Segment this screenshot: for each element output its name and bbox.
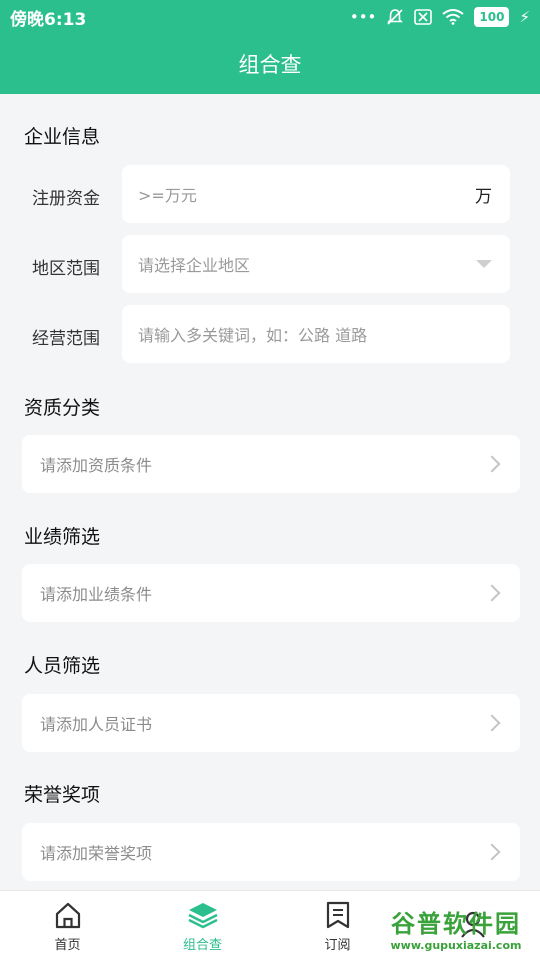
capital-placeholder: >=万元	[138, 186, 197, 205]
tab-combined-search-label: 组合查	[182, 937, 222, 953]
add-personnel-row[interactable]: 请添加人员证书	[22, 694, 520, 752]
chevron-right-icon	[483, 714, 501, 732]
personnel-placeholder: 请添加人员证书	[40, 715, 153, 734]
section-title-qualification: 资质分类	[24, 397, 101, 419]
chevron-right-icon	[483, 843, 501, 861]
region-label: 地区范围	[32, 259, 100, 279]
watermark-text: 谷普软件园	[391, 910, 521, 938]
scope-input[interactable]: 请输入多关键词，如：公路 道路	[122, 305, 510, 363]
main-content: 企业信息 注册资金 >=万元 万 地区范围 请选择企业地区 经营范围 请输入多关…	[0, 94, 540, 890]
home-icon	[55, 902, 80, 928]
chevron-right-icon	[483, 584, 501, 602]
battery-indicator: 100	[474, 7, 510, 27]
add-performance-row[interactable]: 请添加业绩条件	[22, 564, 520, 622]
region-select[interactable]: 请选择企业地区	[122, 235, 510, 293]
tab-home-label: 首页	[54, 937, 81, 953]
mute-bell-icon	[387, 9, 404, 25]
section-title-personnel: 人员筛选	[24, 655, 101, 677]
capital-unit: 万	[475, 186, 492, 207]
more-dots-icon: •••	[349, 8, 377, 26]
tab-subscribe-label: 订阅	[324, 937, 351, 953]
tab-home[interactable]: 首页	[0, 891, 135, 960]
chevron-right-icon	[483, 455, 501, 473]
region-placeholder: 请选择企业地区	[138, 256, 251, 275]
page-title: 组合查	[238, 53, 302, 77]
scope-label: 经营范围	[32, 329, 100, 349]
bookmark-icon	[326, 901, 349, 928]
app-header: 组合查	[0, 34, 540, 94]
status-icons: ••• 100 ⚡	[350, 7, 530, 27]
status-time: 傍晚6:13	[10, 9, 87, 30]
sim-off-icon	[414, 9, 433, 25]
tab-combined-search[interactable]: 组合查	[135, 891, 270, 960]
section-title-company: 企业信息	[24, 126, 101, 148]
layers-icon	[187, 902, 218, 928]
wifi-icon	[442, 9, 465, 25]
capital-label: 注册资金	[32, 189, 100, 209]
scope-placeholder: 请输入多关键词，如：公路 道路	[138, 326, 368, 345]
honor-placeholder: 请添加荣誉奖项	[40, 844, 153, 863]
watermark-url: www.gupuxiazai.com	[390, 939, 522, 952]
performance-placeholder: 请添加业绩条件	[40, 585, 153, 604]
section-title-performance: 业绩筛选	[24, 526, 101, 548]
charging-icon: ⚡	[519, 8, 530, 26]
add-qualification-row[interactable]: 请添加资质条件	[22, 435, 520, 493]
add-honor-row[interactable]: 请添加荣誉奖项	[22, 823, 520, 881]
status-bar: 傍晚6:13 ••• 100 ⚡	[0, 0, 540, 34]
section-title-honor: 荣誉奖项	[24, 784, 101, 806]
qualification-placeholder: 请添加资质条件	[40, 456, 153, 475]
capital-input[interactable]: >=万元 万	[122, 165, 510, 223]
watermark: 谷普软件园 www.gupuxiazai.com	[374, 898, 538, 958]
dropdown-arrow-icon	[476, 260, 492, 268]
